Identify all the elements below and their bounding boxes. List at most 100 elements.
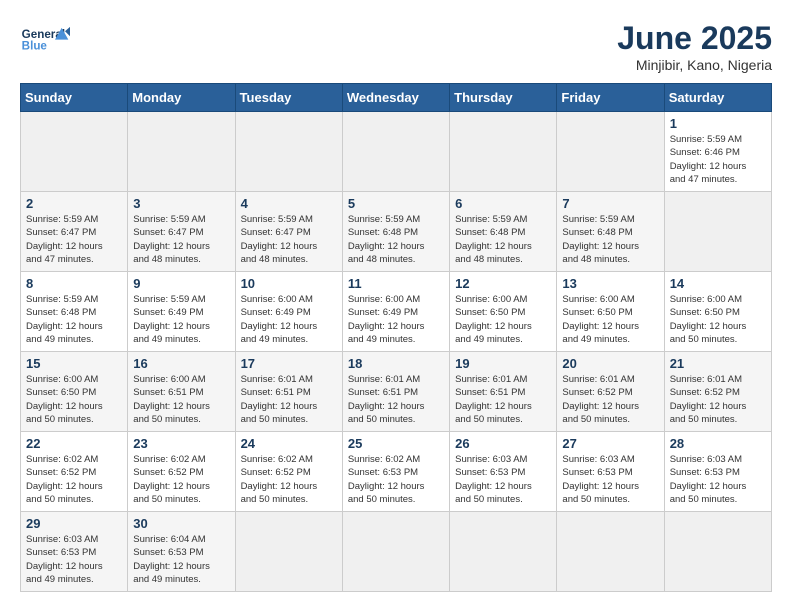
day-info: Sunrise: 5:59 AMSunset: 6:47 PMDaylight:… — [241, 213, 337, 266]
day-cell-28: 28 Sunrise: 6:03 AMSunset: 6:53 PMDayligh… — [664, 432, 771, 512]
weekday-header-saturday: Saturday — [664, 84, 771, 112]
day-cell-1: 1Sunrise: 5:59 AMSunset: 6:46 PMDaylight… — [664, 112, 771, 192]
day-info: Sunrise: 6:04 AMSunset: 6:53 PMDaylight:… — [133, 533, 229, 586]
weekday-header-row: SundayMondayTuesdayWednesdayThursdayFrid… — [21, 84, 772, 112]
day-number: 8 — [26, 276, 122, 291]
empty-cell — [557, 112, 664, 192]
day-info: Sunrise: 6:01 AMSunset: 6:51 PMDaylight:… — [348, 373, 444, 426]
empty-cell — [235, 112, 342, 192]
week-row-3: 8Sunrise: 5:59 AMSunset: 6:48 PMDaylight… — [21, 272, 772, 352]
day-cell-10: 10 Sunrise: 6:00 AMSunset: 6:49 PMDayligh… — [235, 272, 342, 352]
day-cell-23: 23Sunrise: 6:02 AMSunset: 6:52 PMDayligh… — [128, 432, 235, 512]
day-number: 26 — [455, 436, 551, 451]
day-info: Sunrise: 6:00 AMSunset: 6:50 PMDaylight:… — [562, 293, 658, 346]
week-row-4: 15 Sunrise: 6:00 AMSunset: 6:50 PMDayligh… — [21, 352, 772, 432]
weekday-header-sunday: Sunday — [21, 84, 128, 112]
day-number: 3 — [133, 196, 229, 211]
day-number: 22 — [26, 436, 122, 451]
day-number: 20 — [562, 356, 658, 371]
day-info: Sunrise: 6:03 AMSunset: 6:53 PMDaylight:… — [670, 453, 766, 506]
day-info: Sunrise: 6:03 AMSunset: 6:53 PMDaylight:… — [562, 453, 658, 506]
day-cell-6: 6 Sunrise: 5:59 AMSunset: 6:48 PMDaylight… — [450, 192, 557, 272]
day-cell-12: 12 Sunrise: 6:00 AMSunset: 6:50 PMDayligh… — [450, 272, 557, 352]
day-cell-9: 9 Sunrise: 5:59 AMSunset: 6:49 PMDaylight… — [128, 272, 235, 352]
day-number: 7 — [562, 196, 658, 211]
day-cell-2: 2 Sunrise: 5:59 AMSunset: 6:47 PMDaylight… — [21, 192, 128, 272]
empty-cell — [342, 512, 449, 592]
empty-cell — [235, 512, 342, 592]
day-cell-18: 18Sunrise: 6:01 AMSunset: 6:51 PMDayligh… — [342, 352, 449, 432]
day-cell-16: 16 Sunrise: 6:00 AMSunset: 6:51 PMDayligh… — [128, 352, 235, 432]
calendar-table: SundayMondayTuesdayWednesdayThursdayFrid… — [20, 83, 772, 592]
month-title: June 2025 — [617, 20, 772, 57]
day-cell-14: 14 Sunrise: 6:00 AMSunset: 6:50 PMDayligh… — [664, 272, 771, 352]
page-header: General Blue June 2025 Minjibir, Kano, N… — [20, 20, 772, 73]
day-number: 4 — [241, 196, 337, 211]
day-cell-7: 7 Sunrise: 5:59 AMSunset: 6:48 PMDaylight… — [557, 192, 664, 272]
day-info: Sunrise: 6:02 AMSunset: 6:52 PMDaylight:… — [26, 453, 122, 506]
weekday-header-monday: Monday — [128, 84, 235, 112]
day-number: 19 — [455, 356, 551, 371]
day-cell-26: 26Sunrise: 6:03 AMSunset: 6:53 PMDayligh… — [450, 432, 557, 512]
day-number: 10 — [241, 276, 337, 291]
day-cell-13: 13 Sunrise: 6:00 AMSunset: 6:50 PMDayligh… — [557, 272, 664, 352]
day-info: Sunrise: 5:59 AMSunset: 6:48 PMDaylight:… — [562, 213, 658, 266]
day-number: 9 — [133, 276, 229, 291]
day-number: 11 — [348, 276, 444, 291]
day-number: 12 — [455, 276, 551, 291]
day-info: Sunrise: 5:59 AMSunset: 6:47 PMDaylight:… — [133, 213, 229, 266]
day-cell-11: 11 Sunrise: 6:00 AMSunset: 6:49 PMDayligh… — [342, 272, 449, 352]
day-cell-30: 30 Sunrise: 6:04 AMSunset: 6:53 PMDayligh… — [128, 512, 235, 592]
day-number: 27 — [562, 436, 658, 451]
day-info: Sunrise: 6:01 AMSunset: 6:51 PMDaylight:… — [455, 373, 551, 426]
day-number: 14 — [670, 276, 766, 291]
day-info: Sunrise: 6:00 AMSunset: 6:50 PMDaylight:… — [670, 293, 766, 346]
weekday-header-tuesday: Tuesday — [235, 84, 342, 112]
day-number: 16 — [133, 356, 229, 371]
day-number: 25 — [348, 436, 444, 451]
day-info: Sunrise: 5:59 AMSunset: 6:46 PMDaylight:… — [670, 133, 766, 186]
day-number: 30 — [133, 516, 229, 531]
week-row-5: 22 Sunrise: 6:02 AMSunset: 6:52 PMDayligh… — [21, 432, 772, 512]
day-info: Sunrise: 6:00 AMSunset: 6:51 PMDaylight:… — [133, 373, 229, 426]
day-number: 6 — [455, 196, 551, 211]
day-cell-27: 27 Sunrise: 6:03 AMSunset: 6:53 PMDayligh… — [557, 432, 664, 512]
day-number: 2 — [26, 196, 122, 211]
day-cell-4: 4 Sunrise: 5:59 AMSunset: 6:47 PMDaylight… — [235, 192, 342, 272]
day-info: Sunrise: 5:59 AMSunset: 6:47 PMDaylight:… — [26, 213, 122, 266]
day-cell-3: 3 Sunrise: 5:59 AMSunset: 6:47 PMDaylight… — [128, 192, 235, 272]
day-cell-20: 20Sunrise: 6:01 AMSunset: 6:52 PMDayligh… — [557, 352, 664, 432]
day-number: 24 — [241, 436, 337, 451]
title-block: June 2025 Minjibir, Kano, Nigeria — [617, 20, 772, 73]
empty-cell — [128, 112, 235, 192]
day-number: 13 — [562, 276, 658, 291]
day-info: Sunrise: 6:01 AMSunset: 6:52 PMDaylight:… — [670, 373, 766, 426]
empty-cell — [342, 112, 449, 192]
day-info: Sunrise: 6:00 AMSunset: 6:49 PMDaylight:… — [241, 293, 337, 346]
day-number: 17 — [241, 356, 337, 371]
week-row-2: 2 Sunrise: 5:59 AMSunset: 6:47 PMDaylight… — [21, 192, 772, 272]
day-info: Sunrise: 6:00 AMSunset: 6:50 PMDaylight:… — [455, 293, 551, 346]
day-info: Sunrise: 6:02 AMSunset: 6:52 PMDaylight:… — [241, 453, 337, 506]
day-info: Sunrise: 5:59 AMSunset: 6:49 PMDaylight:… — [133, 293, 229, 346]
day-number: 5 — [348, 196, 444, 211]
day-info: Sunrise: 6:00 AMSunset: 6:49 PMDaylight:… — [348, 293, 444, 346]
location: Minjibir, Kano, Nigeria — [617, 57, 772, 73]
day-info: Sunrise: 5:59 AMSunset: 6:48 PMDaylight:… — [348, 213, 444, 266]
day-number: 15 — [26, 356, 122, 371]
day-cell-15: 15 Sunrise: 6:00 AMSunset: 6:50 PMDayligh… — [21, 352, 128, 432]
day-cell-17: 17Sunrise: 6:01 AMSunset: 6:51 PMDayligh… — [235, 352, 342, 432]
svg-text:Blue: Blue — [22, 40, 48, 53]
empty-cell — [450, 112, 557, 192]
weekday-header-thursday: Thursday — [450, 84, 557, 112]
day-info: Sunrise: 5:59 AMSunset: 6:48 PMDaylight:… — [455, 213, 551, 266]
empty-cell — [664, 512, 771, 592]
weekday-header-friday: Friday — [557, 84, 664, 112]
day-number: 29 — [26, 516, 122, 531]
empty-cell — [664, 192, 771, 272]
day-number: 28 — [670, 436, 766, 451]
logo: General Blue — [20, 20, 70, 60]
day-info: Sunrise: 6:00 AMSunset: 6:50 PMDaylight:… — [26, 373, 122, 426]
day-cell-19: 19 Sunrise: 6:01 AMSunset: 6:51 PMDayligh… — [450, 352, 557, 432]
day-cell-5: 5 Sunrise: 5:59 AMSunset: 6:48 PMDaylight… — [342, 192, 449, 272]
